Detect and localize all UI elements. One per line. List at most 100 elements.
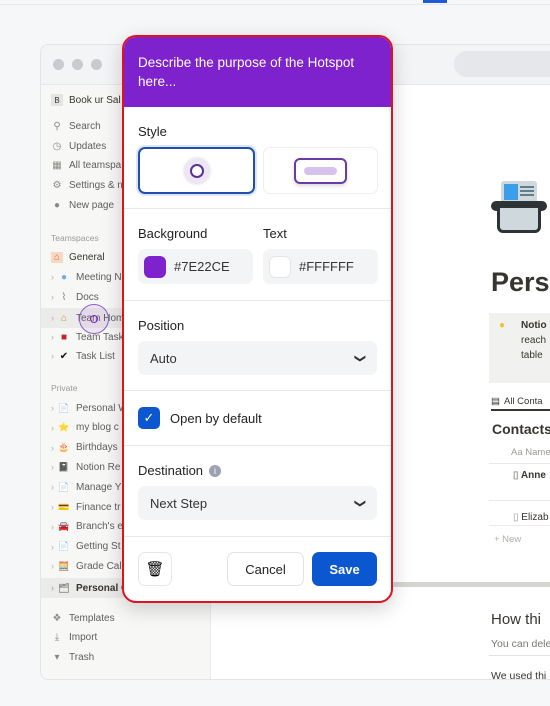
sidebar-item-task-list[interactable]: › ✔ Task List xyxy=(51,348,115,364)
sidebar-item-updates[interactable]: ◷ Updates xyxy=(51,138,107,154)
save-button[interactable]: Save xyxy=(312,552,377,586)
trash-icon: ▾ xyxy=(54,651,60,663)
speech-bubble-icon: ● xyxy=(60,271,68,283)
open-by-default-label[interactable]: Open by default xyxy=(170,411,262,426)
hotspot-description-input[interactable]: Describe the purpose of the Hotspot here… xyxy=(124,37,391,107)
chevron-right-icon[interactable]: › xyxy=(51,522,54,532)
sidebar-item-private[interactable]: › 📄 Manage Y xyxy=(51,479,121,495)
chevron-right-icon[interactable]: › xyxy=(51,313,54,323)
sidebar-item-templates[interactable]: ❖ Templates xyxy=(51,610,115,626)
window-zoom-button[interactable] xyxy=(91,59,102,70)
chevron-right-icon[interactable]: › xyxy=(51,502,54,512)
destination-select[interactable]: Next Step ❯ xyxy=(138,486,377,520)
templates-icon: ❖ xyxy=(52,612,62,624)
row-name: Elizab xyxy=(521,512,549,523)
page-emoji-icon: 🚘 xyxy=(58,521,70,532)
sidebar-item-private[interactable]: › 📄 Getting St xyxy=(51,539,120,555)
column-header-name[interactable]: Aa Name xyxy=(511,447,550,458)
open-by-default-checkbox[interactable]: ✓ xyxy=(138,407,160,429)
background-color-input[interactable]: #7E22CE xyxy=(138,249,253,284)
sidebar-item-team-tasks[interactable]: › ■ Team Task xyxy=(51,329,124,345)
label: my blog c xyxy=(76,422,119,434)
workspace-switcher[interactable]: B Book ur Sal xyxy=(51,92,121,108)
sidebar-item-private[interactable]: › 🧮 Grade Cal xyxy=(51,558,122,574)
color-swatch[interactable] xyxy=(144,255,166,278)
page-icon-card-file xyxy=(491,181,547,235)
info-icon[interactable]: i xyxy=(209,464,222,477)
sidebar-item-private[interactable]: › ⭐ my blog c xyxy=(51,420,119,436)
shirt-icon: ■ xyxy=(60,331,68,343)
workspace-name: Book ur Sal xyxy=(69,94,121,106)
style-section: Style xyxy=(124,107,391,209)
label: Personal C xyxy=(76,582,129,594)
chevron-right-icon[interactable]: › xyxy=(51,542,54,552)
sidebar-item-new-page[interactable]: ● New page xyxy=(51,197,114,213)
page-title[interactable]: Perso xyxy=(491,267,550,298)
sidebar-item-private[interactable]: › 📄 Personal W xyxy=(51,400,128,416)
search-icon: ⚲ xyxy=(53,120,61,132)
sidebar-item-private[interactable]: › 🎂 Birthdays xyxy=(51,440,118,456)
checkmark-icon: ✔ xyxy=(59,350,69,362)
color-swatch[interactable] xyxy=(269,255,291,278)
address-bar[interactable] xyxy=(454,51,550,77)
sidebar-item-trash[interactable]: ▾ Trash xyxy=(51,649,94,665)
sidebar-item-private[interactable]: › 🚘 Branch's e xyxy=(51,519,123,535)
sidebar-item-docs[interactable]: › ⌇ Docs xyxy=(51,289,99,305)
check-icon: ✓ xyxy=(143,410,155,425)
sidebar-item-settings[interactable]: ⚙ Settings & m xyxy=(51,177,126,193)
label: Trash xyxy=(69,651,95,663)
chevron-right-icon[interactable]: › xyxy=(51,561,54,571)
delete-button[interactable]: 🗑 xyxy=(138,552,172,586)
chevron-right-icon[interactable]: › xyxy=(51,443,54,453)
label: All teamspa xyxy=(69,159,122,171)
position-label: Position xyxy=(138,318,185,333)
label: General xyxy=(69,251,105,263)
chevron-right-icon[interactable]: › xyxy=(51,272,54,282)
style-option-beacon[interactable] xyxy=(138,147,255,194)
text-color-input[interactable]: #FFFFFF xyxy=(263,249,378,284)
window-minimize-button[interactable] xyxy=(72,59,83,70)
table-row[interactable]: ▯ Elizab xyxy=(513,512,549,523)
sidebar-item-general[interactable]: ⌂ General xyxy=(51,249,105,265)
chevron-right-icon[interactable]: › xyxy=(51,583,54,593)
divider xyxy=(0,4,550,5)
sidebar-item-import[interactable]: ⤓ Import xyxy=(51,629,98,645)
database-title[interactable]: Contacts xyxy=(492,421,550,437)
cancel-button[interactable]: Cancel xyxy=(227,552,304,586)
sidebar-item-private[interactable]: › 💳 Finance tr xyxy=(51,499,120,515)
background-label: Background xyxy=(138,226,208,241)
color-value: #7E22CE xyxy=(174,259,230,274)
chevron-right-icon[interactable]: › xyxy=(51,423,54,433)
position-select[interactable]: Auto ❯ xyxy=(138,341,377,375)
style-option-button[interactable] xyxy=(263,147,378,194)
label: Destination xyxy=(138,463,204,478)
building-icon: ▦ xyxy=(52,159,62,171)
page-icon: ▯ xyxy=(513,470,521,481)
window-close-button[interactable] xyxy=(53,59,64,70)
text-color-label: Text xyxy=(263,226,287,241)
teamspaces-heading: Teamspaces xyxy=(51,233,99,243)
label: Personal W xyxy=(76,402,128,414)
sidebar-item-search[interactable]: ⚲ Search xyxy=(51,118,100,134)
sidebar-item-meeting-notes[interactable]: › ● Meeting N xyxy=(51,269,122,285)
beacon-icon xyxy=(190,164,204,178)
sidebar-item-private[interactable]: › 📓 Notion Re xyxy=(51,459,120,475)
table-row[interactable]: ▯ Anne xyxy=(513,470,546,481)
tab-all-contacts[interactable]: ▤ All Conta xyxy=(491,393,550,411)
chevron-right-icon[interactable]: › xyxy=(51,482,54,492)
chevron-right-icon[interactable]: › xyxy=(51,462,54,472)
new-row-button[interactable]: + New xyxy=(494,534,521,545)
page-emoji-icon: 📄 xyxy=(58,541,70,552)
table-icon: ▤ xyxy=(491,395,500,407)
plus-circle-icon: ● xyxy=(53,199,61,211)
label: Docs xyxy=(76,291,99,303)
workspace-avatar: B xyxy=(51,94,63,106)
chevron-right-icon[interactable]: › xyxy=(51,332,54,342)
chevron-right-icon[interactable]: › xyxy=(51,292,54,302)
label: Branch's e xyxy=(76,521,123,533)
position-section: Position Auto ❯ xyxy=(124,301,391,391)
sidebar-item-all-teamspaces[interactable]: ▦ All teamspa xyxy=(51,157,121,173)
chevron-right-icon[interactable]: › xyxy=(51,403,54,413)
chevron-right-icon[interactable]: › xyxy=(51,351,54,361)
page-emoji-icon: 🗂 xyxy=(58,582,70,593)
